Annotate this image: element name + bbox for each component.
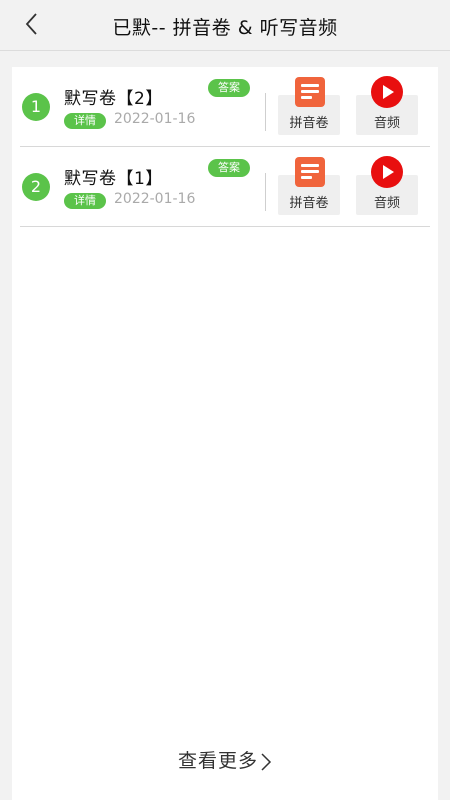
item-number-badge: 2 — [22, 173, 50, 201]
page-title: 已默-- 拼音卷 & 听写音频 — [112, 17, 338, 39]
item-date: 2022-01-16 — [114, 111, 196, 127]
list-card: 1 默写卷【2】 答案 详情 2022-01-16 拼音卷 音频 2 默写卷【1… — [12, 67, 438, 800]
divider — [265, 173, 266, 211]
top-bar: 已默-- 拼音卷 & 听写音频 — [0, 0, 450, 51]
item-title[interactable]: 默写卷【2】 — [64, 84, 163, 109]
detail-button[interactable]: 详情 — [64, 113, 106, 129]
audio-label: 音频 — [373, 196, 400, 211]
view-more-button[interactable]: 查看更多 — [12, 746, 438, 773]
item-number-badge: 1 — [22, 93, 50, 121]
divider — [265, 93, 266, 131]
pinyin-paper-button[interactable]: 拼音卷 — [278, 157, 340, 215]
answer-button[interactable]: 答案 — [208, 159, 250, 177]
pinyin-paper-label: 拼音卷 — [289, 116, 329, 131]
item-date: 2022-01-16 — [114, 191, 196, 207]
answer-button[interactable]: 答案 — [208, 79, 250, 97]
view-more-label: 查看更多 — [177, 750, 258, 772]
audio-label: 音频 — [373, 116, 400, 131]
item-title[interactable]: 默写卷【1】 — [64, 164, 163, 189]
pinyin-paper-button[interactable]: 拼音卷 — [278, 77, 340, 135]
list-item: 1 默写卷【2】 答案 详情 2022-01-16 拼音卷 音频 — [20, 67, 430, 147]
detail-button[interactable]: 详情 — [64, 193, 106, 209]
play-icon — [371, 156, 403, 188]
chevron-right-icon — [261, 752, 272, 771]
pinyin-paper-label: 拼音卷 — [289, 196, 329, 211]
audio-button[interactable]: 音频 — [356, 156, 418, 215]
list-item: 2 默写卷【1】 答案 详情 2022-01-16 拼音卷 音频 — [20, 147, 430, 227]
audio-button[interactable]: 音频 — [356, 76, 418, 135]
document-icon — [295, 77, 325, 107]
document-icon — [295, 157, 325, 187]
play-icon — [371, 76, 403, 108]
